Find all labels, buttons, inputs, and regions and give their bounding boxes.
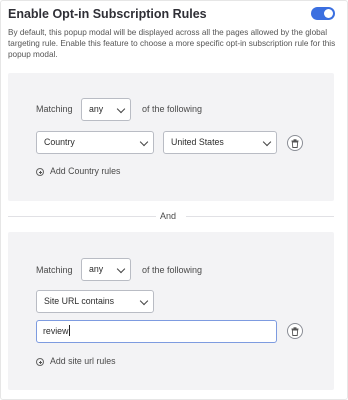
- divider-right: [186, 216, 334, 217]
- and-separator: And: [160, 211, 177, 221]
- delete-rule-button[interactable]: [287, 135, 303, 151]
- section-title: Enable Opt-in Subscription Rules: [8, 7, 207, 21]
- rule-group-country: Matching any of the following Country Un…: [8, 73, 334, 201]
- of-following-label: of the following: [142, 265, 203, 275]
- section-description: By default, this popup modal will be dis…: [8, 28, 336, 59]
- matching-label: Matching: [36, 265, 73, 275]
- divider-left: [8, 216, 156, 217]
- rule-group-site-url: Matching any of the following Site URL c…: [8, 232, 334, 390]
- enable-rules-toggle[interactable]: [311, 7, 335, 20]
- matching-select-value: any: [89, 264, 104, 274]
- delete-rule-button[interactable]: [287, 323, 303, 339]
- rule-field-select[interactable]: Site URL contains: [36, 290, 154, 313]
- chevron-down-icon: [139, 296, 149, 306]
- trash-icon: [291, 139, 299, 148]
- add-circle-icon[interactable]: [36, 168, 44, 176]
- chevron-down-icon: [262, 137, 272, 147]
- rule-field-value: Site URL contains: [44, 296, 115, 306]
- chevron-down-icon: [116, 264, 126, 274]
- add-site-url-rule-link[interactable]: Add site url rules: [50, 356, 116, 366]
- rule-field-select[interactable]: Country: [36, 131, 154, 154]
- matching-select-value: any: [89, 104, 104, 114]
- chevron-down-icon: [116, 104, 126, 114]
- text-cursor: [69, 325, 71, 336]
- matching-select[interactable]: any: [81, 98, 131, 121]
- of-following-label: of the following: [142, 104, 203, 114]
- add-country-rule-link[interactable]: Add Country rules: [50, 166, 120, 176]
- site-url-input-value: review: [43, 326, 69, 336]
- chevron-down-icon: [139, 137, 149, 147]
- matching-select[interactable]: any: [81, 258, 131, 281]
- rule-field-value: Country: [44, 137, 75, 147]
- add-circle-icon[interactable]: [36, 358, 44, 366]
- toggle-knob: [324, 9, 333, 18]
- trash-icon: [291, 327, 299, 336]
- site-url-input[interactable]: review: [36, 320, 277, 343]
- matching-label: Matching: [36, 104, 73, 114]
- rule-condition-value: United States: [171, 137, 224, 147]
- rule-condition-select[interactable]: United States: [163, 131, 277, 154]
